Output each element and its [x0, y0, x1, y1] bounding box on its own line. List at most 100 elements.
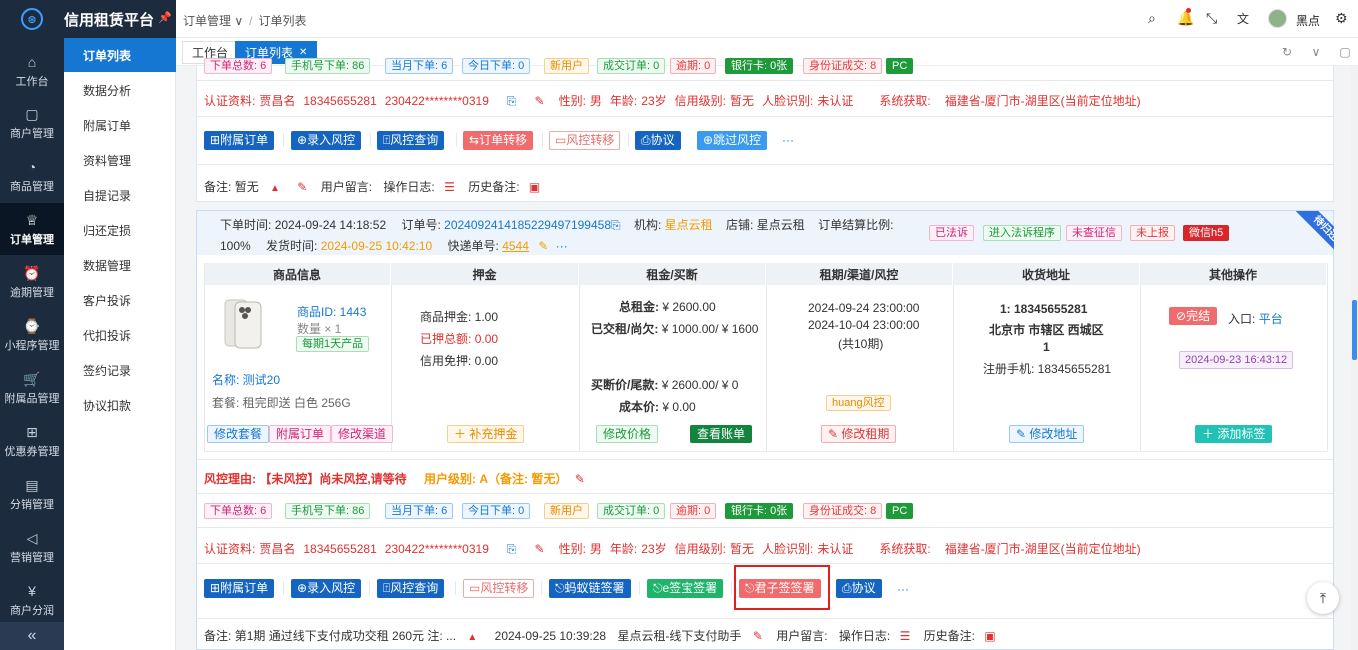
submenu-item[interactable]: 代扣投诉	[64, 318, 176, 352]
breadcrumb-parent[interactable]: 订单管理	[183, 14, 231, 28]
modify-package-button[interactable]: 修改套餐	[207, 425, 270, 443]
submenu-item[interactable]: 客户投诉	[64, 283, 176, 317]
modify-address-button[interactable]: ✎ 修改地址	[1009, 425, 1085, 443]
calendar-icon[interactable]: ▣	[529, 180, 540, 194]
list-icon[interactable]: ☰	[444, 180, 455, 194]
submenu-item[interactable]: 自提记录	[64, 178, 176, 212]
edit-icon[interactable]: ✎	[575, 472, 585, 486]
modify-channel-button[interactable]: 修改渠道	[331, 425, 394, 443]
complete-button[interactable]: ⊘完结	[1169, 307, 1218, 325]
add-deposit-button[interactable]: ＋ 补充押金	[447, 425, 525, 443]
order-info-line-1: 下单时间: 2024-09-24 14:18:52 订单号: 202409241…	[220, 216, 893, 233]
edit-icon[interactable]: ✎	[538, 239, 548, 253]
refresh-icon[interactable]: ↻	[1276, 42, 1298, 62]
submenu-item[interactable]: 数据分析	[64, 73, 176, 107]
submenu-item[interactable]: 归还定损	[64, 213, 176, 247]
more-icon[interactable]: ···	[782, 133, 794, 147]
button-label: 蚂蚁链签署	[564, 581, 625, 595]
cert-label: 认证资料:	[204, 94, 256, 108]
translate-icon[interactable]: 文	[1237, 10, 1249, 27]
remark-label: 备注:	[204, 180, 232, 194]
expand-up-icon[interactable]: ▲	[467, 632, 477, 643]
cert-sys: 福建省-厦门市-湖里区(当前定位地址)	[944, 542, 1141, 556]
edit-icon[interactable]: ✎	[535, 542, 545, 556]
back-to-top-button[interactable]: ⤒	[1307, 582, 1339, 614]
action-button[interactable]: ⎋蚂蚁链签署	[549, 579, 631, 598]
rail-item[interactable]: ▢ 商户管理	[0, 97, 64, 149]
rail-item[interactable]: ⏰ 逾期管理	[0, 256, 64, 308]
collapse-sidebar-button[interactable]: «	[0, 622, 64, 650]
action-button[interactable]: ▭风控转移	[549, 131, 621, 150]
rail-item[interactable]: 🛒 附属品管理	[0, 362, 64, 414]
action-button[interactable]: ⍐风控查询	[377, 131, 445, 150]
modify-term-label: 修改租期	[841, 427, 890, 441]
rail-item[interactable]: ◔ 商品管理	[0, 150, 64, 202]
action-button[interactable]: ⊞附属订单	[204, 131, 275, 150]
view-bill-button[interactable]: 查看账单	[690, 425, 753, 443]
submenu-item[interactable]: 资料管理	[64, 143, 176, 177]
express-no[interactable]: 4544	[502, 239, 529, 253]
modify-price-button[interactable]: 修改价格	[596, 425, 659, 443]
more-icon[interactable]: ···	[556, 239, 568, 253]
avatar[interactable]	[1268, 9, 1287, 28]
scrollbar-thumb[interactable]	[1352, 300, 1357, 360]
expand-up-icon[interactable]: ▲	[270, 183, 280, 194]
gear-icon[interactable]: ⚙	[1335, 10, 1348, 27]
submenu-item[interactable]: 附属订单	[64, 108, 176, 142]
goods-deposit: 商品押金: 1.00	[420, 310, 499, 324]
rail-item[interactable]: ♕ 订单管理	[0, 203, 64, 255]
cert-idno: 230422********0319	[384, 542, 489, 556]
action-button[interactable]: ⊕跳过风控	[697, 131, 768, 150]
action-button[interactable]: ⇆订单转移	[463, 131, 534, 150]
rail-item[interactable]: ⌂ 工作台	[0, 45, 64, 97]
modify-term-button[interactable]: ✎ 修改租期	[821, 425, 897, 443]
fullscreen-icon[interactable]: ⤡	[1206, 10, 1217, 27]
copy-icon[interactable]: ⎘	[611, 218, 621, 232]
edit-icon: ✎	[1016, 427, 1030, 441]
edit-icon[interactable]: ✎	[297, 180, 307, 194]
rail-item[interactable]: ¥ 商户分润	[0, 574, 64, 626]
rail-item[interactable]: ◁ 营销管理	[0, 521, 64, 573]
edit-icon[interactable]: ✎	[535, 94, 545, 108]
rail-item[interactable]: ⌚ 小程序管理	[0, 309, 64, 361]
action-button[interactable]: ⍐风控查询	[377, 579, 445, 598]
stat-tag: 今日下单: 0	[462, 503, 531, 519]
rail-item[interactable]: ⊞ 优惠券管理	[0, 415, 64, 467]
product-image[interactable]	[221, 298, 265, 350]
button-label: 风控转移	[566, 133, 615, 147]
edit-icon[interactable]: ✎	[753, 629, 763, 643]
action-button[interactable]: ⊕录入风控	[291, 579, 362, 598]
action-button[interactable]: ⎙协议	[836, 579, 882, 598]
rail-item[interactable]: ▤ 分销管理	[0, 468, 64, 520]
pin-icon[interactable]: 📌	[158, 11, 172, 24]
order-no[interactable]: 20240924141852294971994​58	[444, 218, 611, 232]
action-button[interactable]: ⎙协议	[635, 131, 681, 150]
highlight-box	[734, 565, 830, 610]
calendar-icon[interactable]: ▣	[984, 629, 995, 643]
operation-log-label: 操作日志:	[838, 629, 891, 643]
maximize-icon[interactable]: ▢	[1334, 42, 1356, 62]
action-button[interactable]: ⎋e签宝签署	[647, 579, 724, 598]
remark-label: 备注:	[204, 629, 232, 643]
user-name[interactable]: 黑点	[1296, 12, 1320, 29]
stat-tag: 今日下单: 0	[462, 58, 531, 74]
copy-icon[interactable]: ⎘	[507, 94, 517, 108]
submenu-item[interactable]: 订单列表	[64, 38, 176, 72]
chevron-down-icon[interactable]: ∨	[1305, 42, 1327, 62]
submenu-item[interactable]: 数据管理	[64, 248, 176, 282]
submenu-item[interactable]: 协议扣款	[64, 388, 176, 422]
bell-icon[interactable]: 🔔	[1177, 8, 1194, 27]
submenu-item[interactable]: 签约记录	[64, 353, 176, 387]
buyout-label: 买断价/尾款:	[591, 378, 659, 392]
search-icon[interactable]: ⌕	[1148, 10, 1156, 27]
more-icon[interactable]: ···	[897, 582, 909, 596]
copy-icon[interactable]: ⎘	[507, 542, 517, 556]
action-button[interactable]: ⊕录入风控	[291, 131, 362, 150]
close-icon[interactable]: ✕	[299, 47, 307, 58]
action-button[interactable]: ▭风控转移	[463, 579, 535, 598]
rail-item-label: 营销管理	[10, 551, 54, 564]
add-tag-button[interactable]: ＋ 添加标签	[1195, 425, 1273, 443]
list-icon[interactable]: ☰	[900, 629, 911, 643]
attached-order-button[interactable]: 附属订单	[269, 425, 332, 443]
action-button[interactable]: ⊞附属订单	[204, 579, 275, 598]
